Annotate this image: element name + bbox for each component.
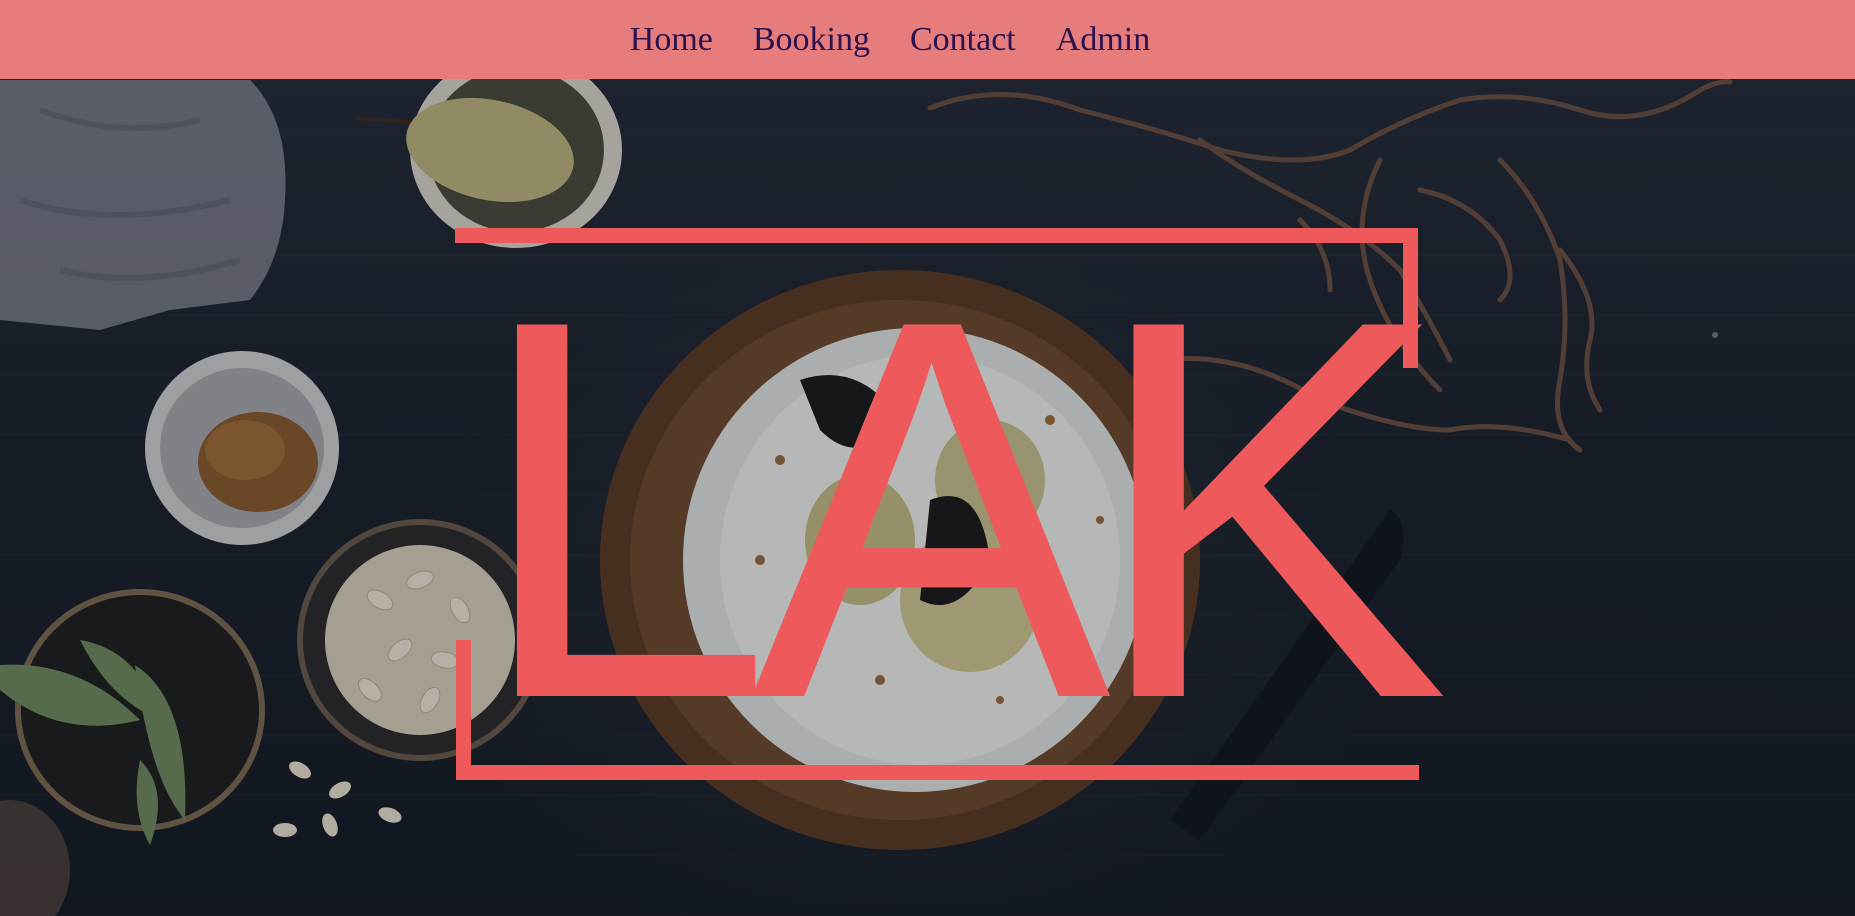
nav-link-home[interactable]: Home	[630, 22, 713, 57]
nav-list: Home Booking Contact Admin	[630, 22, 1150, 57]
top-navbar: Home Booking Contact Admin	[0, 0, 1855, 79]
logo-lak: LAK	[472, 208, 1450, 811]
nav-link-booking[interactable]: Booking	[753, 22, 870, 57]
nav-link-admin[interactable]: Admin	[1056, 22, 1150, 57]
nav-link-contact[interactable]: Contact	[910, 22, 1016, 57]
